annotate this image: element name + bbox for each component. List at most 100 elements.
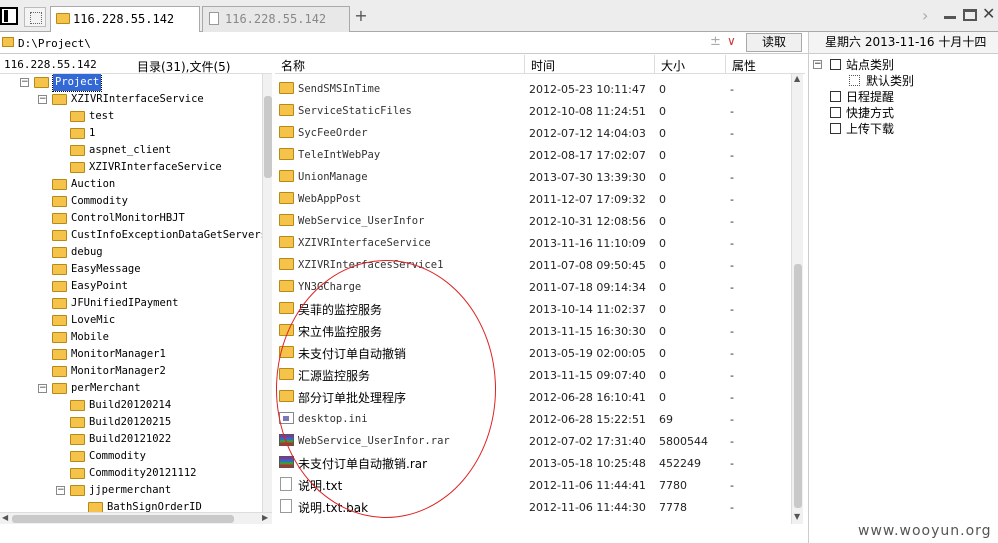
column-size[interactable]: 大小 [661,57,685,74]
file-size: 7778 [659,501,687,514]
schedule-node[interactable]: 日程提醒 [813,89,993,105]
column-time[interactable]: 时间 [531,57,555,74]
shortcut-icon [830,107,841,118]
tree-item[interactable]: Build20120214 [0,397,262,414]
column-name[interactable]: 名称 [281,57,305,74]
file-row[interactable]: 说明.txt 2012-11-06 11:44:41 7780 - [275,474,791,496]
folder-icon [70,111,85,122]
tree-item[interactable]: EasyPoint [0,278,262,295]
drive-folder-icon [2,37,14,47]
scrollbar-thumb[interactable] [12,515,234,523]
scroll-down-icon[interactable]: ▼ [794,512,800,521]
file-row[interactable]: 说明.txt.bak 2012-11-06 11:44:30 7778 - [275,496,791,518]
file-row[interactable]: ServiceStaticFiles 2012-10-08 11:24:51 0 - [275,100,791,122]
scrollbar-thumb[interactable] [794,264,802,508]
file-row[interactable]: 吴菲的监控服务 2013-10-14 11:02:37 0 - [275,298,791,320]
tree-item[interactable]: CustInfoExceptionDataGetServers [0,227,262,244]
text-file-icon [280,499,292,513]
tree-item[interactable]: EasyMessage [0,261,262,278]
tree-item[interactable]: Build20121022 [0,431,262,448]
file-row[interactable]: XZIVRInterfacesService1 2011-07-08 09:50:… [275,254,791,276]
collapse-icon[interactable]: − [38,95,47,104]
file-row[interactable]: WebService_UserInfor.rar 2012-07-02 17:31… [275,430,791,452]
file-name: 宋立伟监控服务 [298,325,383,339]
file-row[interactable]: TeleIntWebPay 2012-08-17 17:02:07 0 - [275,144,791,166]
close-icon[interactable]: ✕ [982,4,998,24]
file-row[interactable]: WebAppPost 2011-12-07 17:09:32 0 - [275,188,791,210]
scroll-right-icon[interactable]: ▶ [262,513,268,522]
tree-item[interactable]: Auction [0,176,262,193]
tree-item[interactable]: MonitorManager1 [0,346,262,363]
tree-item[interactable]: Commodity [0,193,262,210]
column-attr[interactable]: 属性 [732,57,756,74]
file-row[interactable]: 部分订单批处理程序 2012-06-28 16:10:41 0 - [275,386,791,408]
file-attr: - [730,369,734,382]
file-row[interactable]: WebService_UserInfor 2012-10-31 12:08:56 0… [275,210,791,232]
tab-inactive[interactable]: 116.228.55.142 [202,6,350,32]
plus-minus-icon[interactable]: ± [710,34,721,49]
file-row[interactable]: XZIVRInterfaceService 2013-11-16 11:10:09… [275,232,791,254]
file-list-scrollbar[interactable]: ▲ ▼ [791,74,803,524]
tree-item-label: Mobile [71,331,109,343]
collapse-icon[interactable]: − [20,78,29,87]
tab-active[interactable]: 116.228.55.142 [50,6,200,33]
read-button[interactable]: 读取 [746,33,802,52]
tree-item[interactable]: − Project [0,74,262,92]
tree-item[interactable]: Commodity [0,448,262,465]
file-row[interactable]: YN3GCharge 2011-07-18 09:14:34 0 - [275,276,791,298]
chevron-down-icon[interactable]: ∨ [727,34,736,48]
tree-item[interactable]: MonitorManager2 [0,363,262,380]
tree-item[interactable]: − jjpermerchant [0,482,262,499]
tree-item[interactable]: aspnet_client [0,142,262,159]
chevron-right-icon[interactable]: › [922,6,938,26]
file-row[interactable]: desktop.ini 2012-06-28 15:22:51 69 - [275,408,791,430]
tree-item-label: test [89,110,115,122]
tree-item[interactable]: 1 [0,125,262,142]
tree-item[interactable]: ControlMonitorHBJT [0,210,262,227]
tree-item[interactable]: Build20120215 [0,414,262,431]
tree-item[interactable]: test [0,108,262,125]
file-size: 69 [659,413,673,426]
transfer-node[interactable]: 上传下载 [813,121,993,137]
scroll-up-icon[interactable]: ▲ [794,74,800,83]
tree-item-label: CustInfoExceptionDataGetServers [71,229,262,241]
new-tab-button[interactable]: + [353,7,369,25]
file-row[interactable]: 未支付订单自动撤销.rar 2013-05-18 10:25:48 452249 - [275,452,791,474]
maximize-icon[interactable] [963,9,977,21]
sidebar-toggle-icon[interactable] [0,7,18,25]
tree-item[interactable]: − XZIVRInterfaceService [0,91,262,108]
tree-item[interactable]: Commodity20121112 [0,465,262,482]
file-time: 2011-07-18 09:14:34 [529,281,646,294]
shortcut-node[interactable]: 快捷方式 [813,105,993,121]
folder-icon [279,148,294,160]
tree-vertical-scrollbar[interactable] [262,74,272,512]
site-category-node[interactable]: − 站点类别 [813,57,993,73]
column-divider [725,55,726,74]
minimize-icon[interactable] [944,16,956,19]
tree-item[interactable]: JFUnifiedIPayment [0,295,262,312]
file-row[interactable]: SycFeeOrder 2012-07-12 14:04:03 0 - [275,122,791,144]
tree-item[interactable]: LoveMic [0,312,262,329]
file-row[interactable]: 未支付订单自动撤销 2013-05-19 02:00:05 0 - [275,342,791,364]
tree-item[interactable]: XZIVRInterfaceService [0,159,262,176]
tree-item[interactable]: − perMerchant [0,380,262,397]
default-category-node[interactable]: 默认类别 [813,73,993,89]
file-row[interactable]: 汇源监控服务 2013-11-15 09:07:40 0 - [275,364,791,386]
node-label: 日程提醒 [846,90,895,104]
tree-item-label: Auction [71,178,116,190]
scroll-left-icon[interactable]: ◀ [2,513,8,522]
file-row[interactable]: UnionManage 2013-07-30 13:39:30 0 - [275,166,791,188]
file-time: 2012-10-31 12:08:56 [529,215,646,228]
tree-item[interactable]: debug [0,244,262,261]
tree-horizontal-scrollbar[interactable]: ◀ ▶ [0,512,272,524]
tree-item[interactable]: BathSignOrderID [0,499,262,512]
file-row[interactable]: 宋立伟监控服务 2013-11-15 16:30:30 0 - [275,320,791,342]
file-row[interactable]: SendSMSInTime 2012-05-23 10:11:47 0 - [275,78,791,100]
tree-item[interactable]: Mobile [0,329,262,346]
collapse-icon[interactable]: − [813,60,822,69]
collapse-icon[interactable]: − [38,384,47,393]
blank-page-icon[interactable] [24,7,46,27]
collapse-icon[interactable]: − [56,486,65,495]
scrollbar-thumb[interactable] [264,96,272,178]
path-input[interactable] [18,35,708,51]
